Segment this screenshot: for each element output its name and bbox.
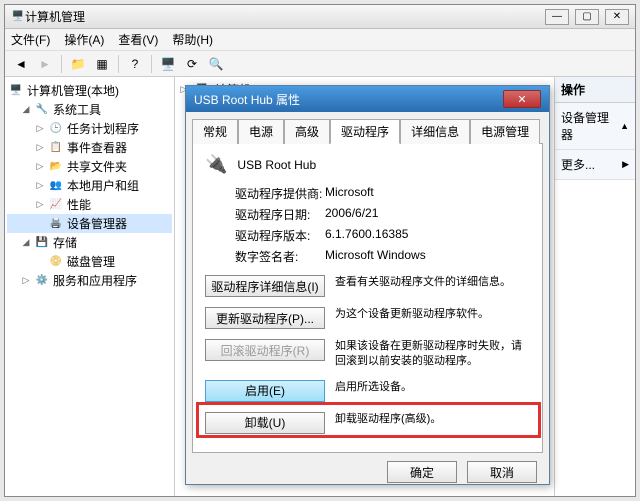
tab-strip: 常规 电源 高级 驱动程序 详细信息 电源管理 [186, 112, 549, 143]
expand-icon[interactable]: ▷ [35, 123, 45, 134]
tree-system-tools[interactable]: ◢🔧系统工具 [7, 100, 172, 119]
menubar: 文件(F) 操作(A) 查看(V) 帮助(H) [5, 29, 635, 51]
tab-content: 🔌 USB Root Hub 驱动程序提供商:Microsoft 驱动程序日期:… [192, 143, 543, 453]
chevron-up-icon: ▲ [620, 121, 629, 131]
refresh-icon[interactable]: ⟳ [182, 54, 202, 74]
users-icon: 👥 [49, 179, 63, 193]
date-value: 2006/6/21 [325, 206, 378, 223]
titlebar: 🖥️ 计算机管理 — ▢ ✕ [5, 5, 635, 29]
device-name: USB Root Hub [237, 158, 316, 172]
clock-icon: 🕒 [49, 122, 63, 136]
signer-label: 数字签名者: [235, 248, 325, 265]
help-icon[interactable]: ? [125, 54, 145, 74]
tree-pane: 🖥️计算机管理(本地) ◢🔧系统工具 ▷🕒任务计划程序 ▷📋事件查看器 ▷📂共享… [5, 77, 175, 496]
driver-details-desc: 查看有关驱动程序文件的详细信息。 [335, 275, 530, 290]
usb-icon: 🔌 [205, 154, 227, 175]
cancel-button[interactable]: 取消 [467, 461, 537, 483]
window-title: 计算机管理 [25, 8, 545, 25]
dialog-footer: 确定 取消 [186, 453, 549, 491]
expand-icon[interactable]: ▷ [35, 161, 45, 172]
tab-advanced[interactable]: 高级 [284, 119, 330, 144]
tree-storage[interactable]: ◢💾存储 [7, 233, 172, 252]
uninstall-button[interactable]: 卸载(U) [205, 412, 325, 434]
expand-icon[interactable]: ▷ [21, 275, 31, 286]
expand-icon[interactable]: ▷ [35, 142, 45, 153]
tree-task-scheduler[interactable]: ▷🕒任务计划程序 [7, 119, 172, 138]
tree-performance[interactable]: ▷📈性能 [7, 195, 172, 214]
rollback-driver-desc: 如果该设备在更新驱动程序时失败，请回滚到以前安装的驱动程序。 [335, 339, 530, 370]
tree-root[interactable]: 🖥️计算机管理(本地) [7, 81, 172, 100]
collapse-icon[interactable]: ◢ [21, 104, 31, 115]
forward-icon[interactable]: ► [35, 54, 55, 74]
tools-icon: 🔧 [35, 103, 49, 117]
version-value: 6.1.7600.16385 [325, 227, 408, 244]
folder-icon[interactable]: 📁 [68, 54, 88, 74]
version-label: 驱动程序版本: [235, 227, 325, 244]
separator [151, 55, 152, 73]
dialog-close-button[interactable]: ✕ [503, 90, 541, 108]
tree-services[interactable]: ▷⚙️服务和应用程序 [7, 271, 172, 290]
device-icon: 🖨️ [49, 217, 63, 231]
close-button[interactable]: ✕ [605, 9, 629, 25]
enable-button[interactable]: 启用(E) [205, 380, 325, 402]
tree-event-viewer[interactable]: ▷📋事件查看器 [7, 138, 172, 157]
uninstall-desc: 卸载驱动程序(高级)。 [335, 412, 530, 427]
date-label: 驱动程序日期: [235, 206, 325, 223]
chevron-right-icon: ▶ [622, 159, 629, 170]
signer-value: Microsoft Windows [325, 248, 426, 265]
separator [118, 55, 119, 73]
menu-file[interactable]: 文件(F) [11, 31, 50, 48]
expand-icon[interactable]: ▷ [35, 199, 45, 210]
computer-icon[interactable]: 🖥️ [158, 54, 178, 74]
dialog-title: USB Root Hub 属性 [194, 91, 503, 108]
scan-icon[interactable]: 🔍 [206, 54, 226, 74]
back-icon[interactable]: ◄ [11, 54, 31, 74]
maximize-button[interactable]: ▢ [575, 9, 599, 25]
event-icon: 📋 [49, 141, 63, 155]
perf-icon: 📈 [49, 198, 63, 212]
disk-icon: 📀 [49, 255, 63, 269]
update-driver-button[interactable]: 更新驱动程序(P)... [205, 307, 325, 329]
actions-row-more[interactable]: 更多...▶ [555, 150, 635, 180]
collapse-icon[interactable]: ◢ [21, 237, 31, 248]
menu-help[interactable]: 帮助(H) [172, 31, 213, 48]
tree-shared-folders[interactable]: ▷📂共享文件夹 [7, 157, 172, 176]
tree-local-users[interactable]: ▷👥本地用户和组 [7, 176, 172, 195]
tab-details[interactable]: 详细信息 [400, 119, 470, 144]
tab-general[interactable]: 常规 [192, 119, 238, 144]
computer-icon: 🖥️ [9, 84, 23, 98]
app-icon: 🖥️ [11, 10, 25, 24]
properties-dialog: USB Root Hub 属性 ✕ 常规 电源 高级 驱动程序 详细信息 电源管… [185, 85, 550, 485]
provider-label: 驱动程序提供商: [235, 185, 325, 202]
dialog-titlebar: USB Root Hub 属性 ✕ [186, 86, 549, 112]
enable-desc: 启用所选设备。 [335, 380, 530, 395]
storage-icon: 💾 [35, 236, 49, 250]
toolbar: ◄ ► 📁 ▦ ? 🖥️ ⟳ 🔍 [5, 51, 635, 77]
actions-pane: 操作 设备管理器▲ 更多...▶ [555, 77, 635, 496]
tab-driver[interactable]: 驱动程序 [330, 119, 400, 144]
services-icon: ⚙️ [35, 274, 49, 288]
tab-power[interactable]: 电源 [238, 119, 284, 144]
menu-action[interactable]: 操作(A) [64, 31, 104, 48]
tree-device-manager[interactable]: 🖨️设备管理器 [7, 214, 172, 233]
rollback-driver-button: 回滚驱动程序(R) [205, 339, 325, 361]
actions-header: 操作 [555, 77, 635, 103]
expand-icon[interactable]: ▷ [35, 180, 45, 191]
minimize-button[interactable]: — [545, 9, 569, 25]
ok-button[interactable]: 确定 [387, 461, 457, 483]
share-icon: 📂 [49, 160, 63, 174]
list-icon[interactable]: ▦ [92, 54, 112, 74]
separator [61, 55, 62, 73]
provider-value: Microsoft [325, 185, 374, 202]
actions-row-device-mgr[interactable]: 设备管理器▲ [555, 103, 635, 150]
update-driver-desc: 为这个设备更新驱动程序软件。 [335, 307, 530, 322]
menu-view[interactable]: 查看(V) [118, 31, 158, 48]
tab-power-mgmt[interactable]: 电源管理 [470, 119, 540, 144]
driver-details-button[interactable]: 驱动程序详细信息(I) [205, 275, 325, 297]
tree-disk-mgmt[interactable]: 📀磁盘管理 [7, 252, 172, 271]
